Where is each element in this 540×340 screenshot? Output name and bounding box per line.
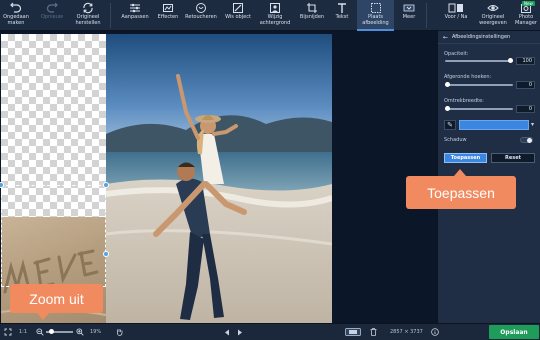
- panel-title: Afbeeldingsinstellingen: [452, 34, 511, 40]
- status-bar: 1:1 19% 2857 × 3737 Opslaan: [0, 323, 540, 340]
- toggle-knob: [527, 138, 532, 143]
- effects-button[interactable]: Effecten: [154, 0, 182, 31]
- retouch-icon: [196, 3, 206, 13]
- toolbar-divider: [426, 3, 427, 28]
- opacity-slider[interactable]: [445, 60, 513, 62]
- delete-icon[interactable]: [370, 324, 377, 340]
- change-background-icon: [270, 3, 280, 13]
- effects-icon: [163, 4, 173, 12]
- back-arrow-icon[interactable]: ←: [443, 34, 448, 41]
- image-format-icon[interactable]: [345, 324, 361, 340]
- resize-handle[interactable]: [103, 182, 109, 188]
- next-image-icon[interactable]: [237, 324, 243, 340]
- outline-width-label: Omtrekbreedte:: [444, 98, 484, 104]
- show-original-button[interactable]: Origineel weergeven: [476, 0, 510, 31]
- placed-image-selection-frame[interactable]: [0, 182, 109, 287]
- corners-value-field[interactable]: 0: [516, 81, 535, 89]
- outline-width-value-field[interactable]: 0: [516, 105, 535, 113]
- apply-callout: Toepassen: [406, 169, 516, 209]
- reset-button[interactable]: Reset: [491, 153, 535, 163]
- corners-slider-knob[interactable]: [445, 82, 450, 87]
- zoom-out-icon[interactable]: [36, 324, 44, 340]
- resize-handle[interactable]: [103, 251, 109, 257]
- before-after-button[interactable]: Voor / Na: [436, 0, 476, 31]
- retouch-button[interactable]: Retoucheren: [182, 0, 220, 31]
- save-button[interactable]: Opslaan: [489, 325, 539, 339]
- eyedropper-icon[interactable]: ✎: [444, 120, 456, 130]
- photo-manager-button[interactable]: Photo Manager New: [512, 0, 540, 31]
- redo-button[interactable]: Opnieuw: [34, 0, 70, 31]
- eye-icon: [487, 5, 499, 11]
- main-photo-couple-beach: [106, 34, 332, 323]
- place-image-button[interactable]: Plaats afbeelding: [357, 0, 394, 31]
- adjust-icon: [130, 3, 140, 13]
- redo-icon: [46, 2, 58, 13]
- corners-label: Afgeronde hoeken:: [444, 74, 492, 80]
- restore-icon: [83, 2, 93, 14]
- place-image-icon: [370, 3, 381, 13]
- zoom-percentage: 19%: [90, 329, 102, 335]
- outline-width-slider[interactable]: [445, 108, 513, 110]
- erase-object-button[interactable]: Wis object: [220, 0, 256, 31]
- text-icon: [338, 3, 346, 13]
- more-button[interactable]: Meer: [396, 0, 422, 31]
- before-after-icon: [448, 3, 463, 13]
- opacity-value-field[interactable]: 100: [516, 57, 535, 65]
- restore-original-button[interactable]: Origineel herstellen: [70, 0, 106, 31]
- beach-photo: [106, 34, 332, 323]
- actual-size-button[interactable]: 1:1: [19, 324, 27, 340]
- undo-button[interactable]: Ongedaan maken: [0, 0, 32, 31]
- outline-color-swatch[interactable]: [459, 120, 529, 130]
- outline-color-row: ✎ ▾: [444, 120, 535, 130]
- toolbar-divider: [110, 3, 111, 28]
- shadow-label: Schaduw: [444, 137, 467, 143]
- corners-slider[interactable]: [445, 84, 513, 86]
- zoom-in-icon[interactable]: [76, 324, 84, 340]
- outline-width-slider-knob[interactable]: [445, 106, 450, 111]
- opacity-label: Opaciteit:: [444, 51, 469, 57]
- crop-icon: [307, 3, 317, 13]
- apply-button[interactable]: Toepassen: [444, 153, 487, 163]
- erase-object-icon: [233, 3, 243, 13]
- adjust-button[interactable]: Aanpassen: [116, 0, 154, 31]
- zoom-out-callout: Zoom uit: [10, 284, 103, 320]
- fit-screen-icon[interactable]: [4, 324, 12, 340]
- crop-button[interactable]: Bijsnijden: [294, 0, 330, 31]
- hand-tool-icon[interactable]: [116, 324, 123, 340]
- info-icon[interactable]: [431, 324, 439, 340]
- chevron-down-icon[interactable]: ▾: [531, 121, 534, 128]
- undo-icon: [10, 2, 22, 13]
- opacity-slider-knob[interactable]: [508, 58, 513, 63]
- photo-editor-window: Ongedaan maken Opnieuw Origineel herstel…: [0, 0, 540, 340]
- text-button[interactable]: Tekst: [330, 0, 354, 31]
- new-badge: New: [522, 1, 535, 6]
- editing-canvas[interactable]: [0, 31, 437, 323]
- panel-header[interactable]: ← Afbeeldingsinstellingen: [438, 31, 540, 44]
- more-icon: [403, 4, 415, 12]
- previous-image-icon[interactable]: [224, 324, 230, 340]
- change-background-button[interactable]: Wijzig achtergrond: [256, 0, 294, 31]
- shadow-toggle[interactable]: [520, 137, 533, 143]
- zoom-slider-knob[interactable]: [49, 329, 54, 334]
- image-dimensions: 2857 × 3737: [390, 329, 423, 335]
- resize-handle[interactable]: [0, 182, 4, 188]
- main-toolbar: Ongedaan maken Opnieuw Origineel herstel…: [0, 0, 540, 31]
